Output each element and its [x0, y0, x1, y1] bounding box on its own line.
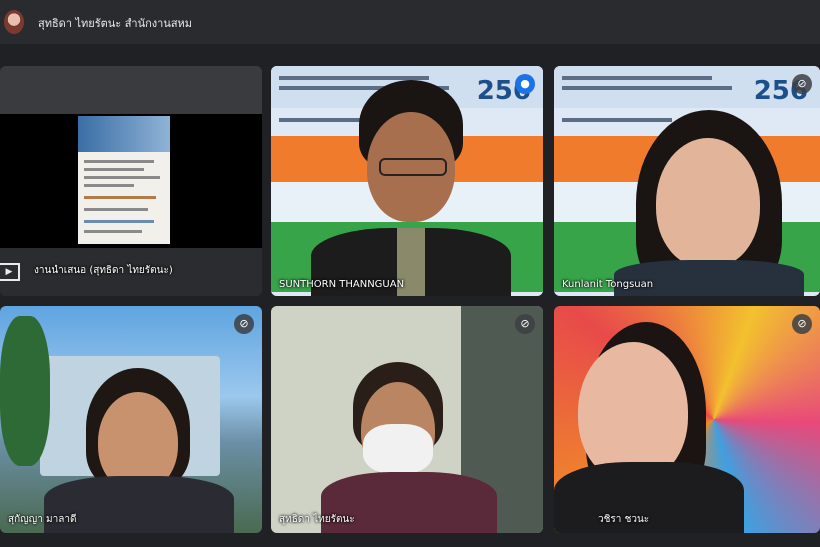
participant-video [311, 362, 501, 533]
mic-muted-icon: ⊘ [792, 314, 812, 334]
participant-name: Kunlanit Tongsuan [562, 279, 654, 290]
participant-video [311, 80, 511, 296]
participant-name: SUNTHORN THANNGUAN [279, 279, 405, 290]
avatar[interactable] [4, 10, 24, 34]
mic-active-icon: ● [515, 74, 535, 94]
tile-participant-5[interactable]: ⊘ สุทธิดา ไทยรัตนะ [271, 306, 543, 533]
participant-name: วชิรา ชวนะ [598, 514, 650, 525]
share-top-bar [0, 66, 262, 114]
tile-participant-6[interactable]: ⊘ วชิรา ชวนะ [554, 306, 820, 533]
mic-muted-icon: ⊘ [515, 314, 535, 334]
shared-document [78, 116, 170, 244]
participant-name: งานนำเสนอ (สุทธิดา ไทยรัตนะ) [34, 265, 173, 276]
header-title: สุทธิดา ไทยรัตนะ สำนักงานสหม [38, 17, 193, 30]
participant-name: สุทธิดา ไทยรัตนะ [279, 514, 355, 525]
participant-video [614, 110, 804, 296]
participant-name: สุกัญญา มาลาดี [8, 514, 77, 525]
mic-muted-icon: ⊘ [792, 74, 812, 94]
tile-presentation[interactable]: ▶ งานนำเสนอ (สุทธิดา ไทยรัตนะ) [0, 66, 262, 296]
participant-video [44, 368, 234, 533]
mic-muted-icon: ⊘ [234, 314, 254, 334]
face-mask [363, 424, 433, 474]
tile-participant-sunthorn[interactable]: 256 ● SUNTHORN THANNGUAN [271, 66, 543, 296]
tile-participant-kunlanit[interactable]: 256 ⊘ Kunlanit Tongsuan [554, 66, 820, 296]
tile-participant-4[interactable]: ⊘ สุกัญญา มาลาดี [0, 306, 262, 533]
presentation-icon: ▶ [0, 263, 20, 281]
participant-video [554, 322, 744, 533]
tree-image [0, 316, 50, 466]
meeting-header: สุทธิดา ไทยรัตนะ สำนักงานสหม [0, 0, 820, 44]
